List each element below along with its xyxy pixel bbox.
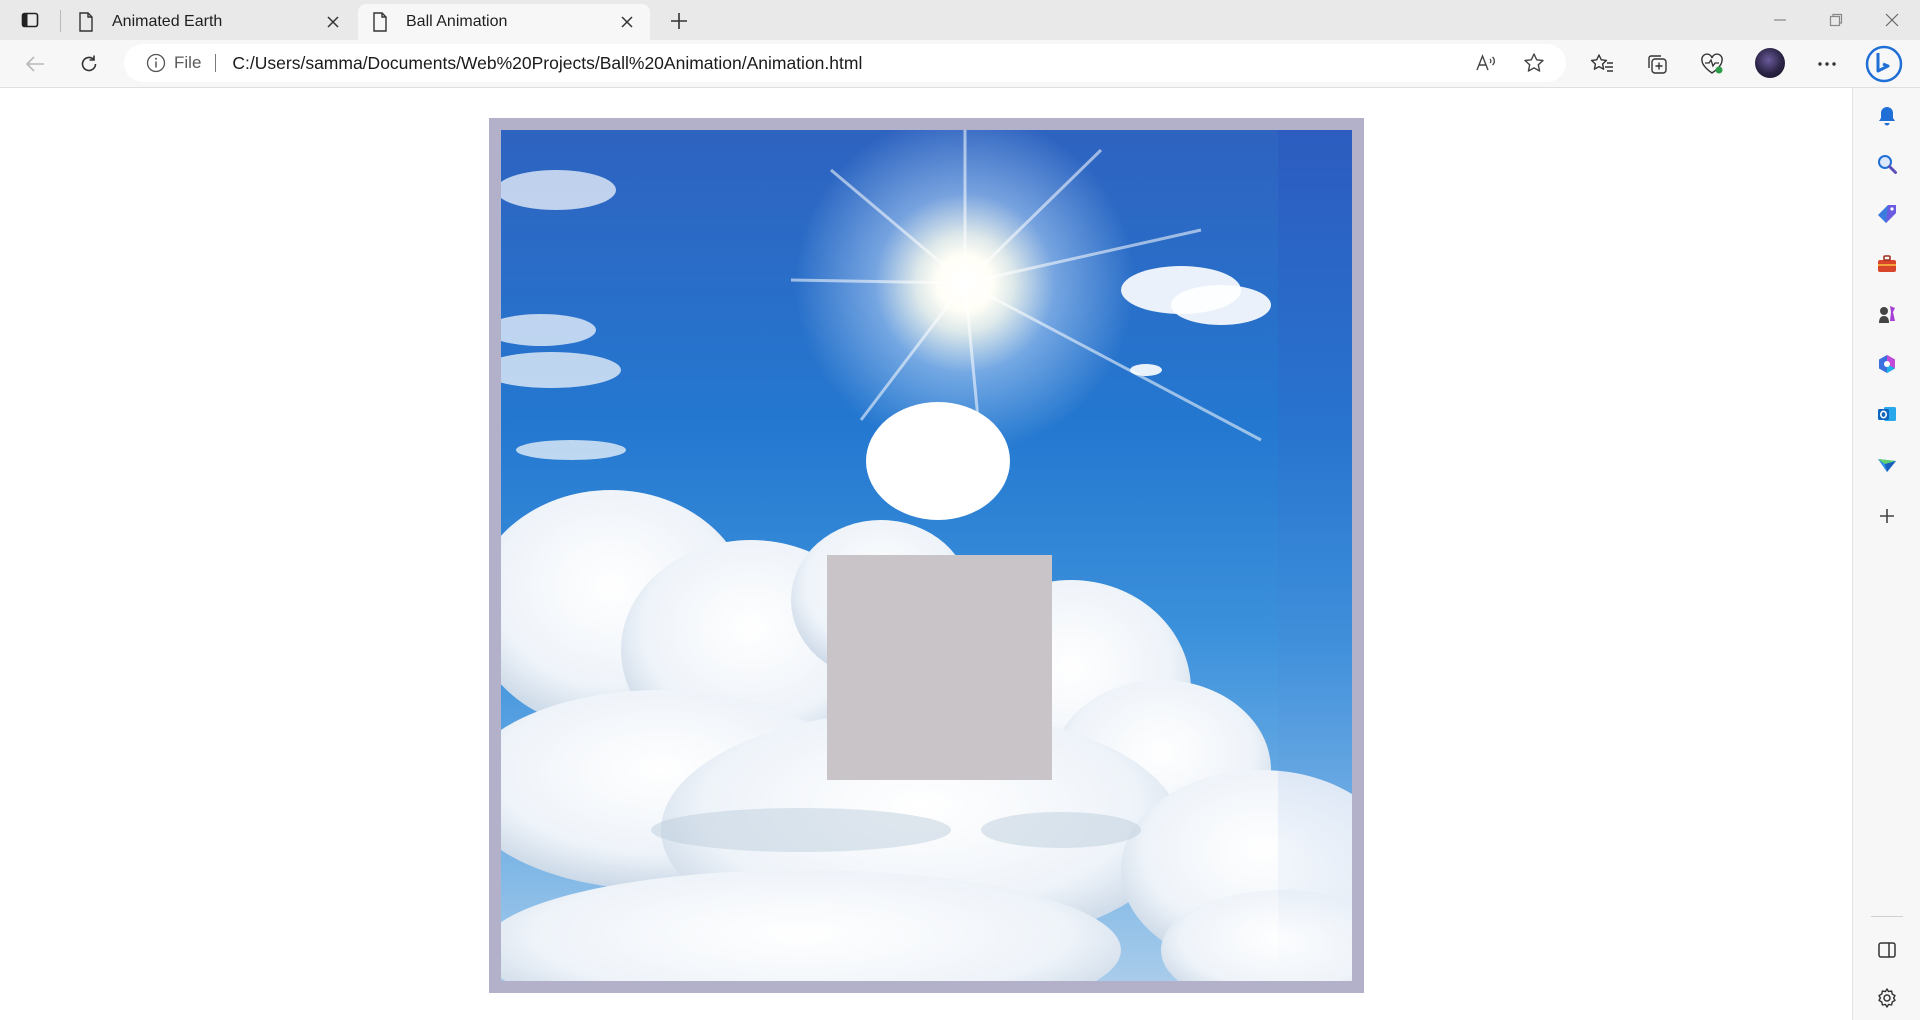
add-icon: [1880, 509, 1894, 523]
profile-avatar[interactable]: [1755, 48, 1785, 78]
browser-toolbar: File C:/Users/samma/Documents/Web%20Proj…: [0, 40, 1920, 88]
tab-strip: Animated Earth Ball Animation: [0, 0, 1920, 40]
restore-button[interactable]: [1808, 0, 1864, 40]
bing-copilot-button[interactable]: [1864, 44, 1904, 84]
add-favorite-button[interactable]: [1518, 47, 1550, 79]
read-aloud-button[interactable]: [1470, 47, 1502, 79]
tab-separator: [60, 10, 61, 32]
url-text[interactable]: C:/Users/samma/Documents/Web%20Projects/…: [232, 53, 862, 74]
search-icon: [1878, 155, 1897, 174]
plus-icon: [671, 13, 687, 29]
minimize-icon: [1774, 19, 1786, 21]
back-icon: [25, 56, 44, 72]
new-tab-button[interactable]: [664, 7, 694, 35]
settings-icon: [1878, 988, 1896, 1008]
site-scheme-label: File: [174, 53, 202, 72]
tab-label: Ball Animation: [406, 13, 508, 30]
info-icon[interactable]: [146, 53, 166, 73]
window-controls: [1752, 0, 1920, 40]
sidebar-shopping[interactable]: [1869, 196, 1905, 232]
sidebar-split-screen[interactable]: [1869, 932, 1905, 968]
split-screen-icon: [1878, 942, 1896, 958]
games-icon: [1879, 306, 1895, 323]
collections-icon: [1648, 55, 1667, 74]
tools-icon: [1878, 255, 1896, 272]
address-separator: [215, 54, 217, 72]
tab-label: Animated Earth: [112, 13, 223, 30]
sidebar-notifications[interactable]: [1869, 98, 1905, 134]
edge-sidebar: [1852, 88, 1920, 1020]
microsoft-365-icon: [1879, 355, 1895, 373]
shopping-icon: [1878, 205, 1896, 223]
tab-ball-animation[interactable]: Ball Animation: [358, 4, 650, 40]
animated-ball: [866, 402, 1010, 520]
close-tab-icon[interactable]: [322, 11, 344, 33]
sidebar-outlook[interactable]: [1869, 396, 1905, 432]
collections-button[interactable]: [1640, 48, 1674, 80]
address-bar[interactable]: File C:/Users/samma/Documents/Web%20Proj…: [124, 44, 1566, 82]
minimize-button[interactable]: [1752, 0, 1808, 40]
restore-icon: [1829, 13, 1843, 27]
sidebar-microsoft-365[interactable]: [1869, 346, 1905, 382]
drop-icon: [1878, 459, 1896, 472]
sidebar-tools[interactable]: [1869, 246, 1905, 282]
browser-essentials-icon: [1701, 53, 1723, 74]
sidebar-search[interactable]: [1869, 146, 1905, 182]
bing-copilot-icon: [1865, 45, 1903, 83]
tab-actions-button[interactable]: [10, 6, 50, 34]
tab-animated-earth[interactable]: Animated Earth: [64, 4, 356, 40]
sidebar-divider: [1871, 916, 1903, 917]
refresh-button[interactable]: [72, 48, 106, 80]
favorites-icon: [1590, 54, 1613, 72]
outlook-icon: [1878, 407, 1896, 421]
browser-essentials-button[interactable]: [1695, 48, 1729, 80]
sidebar-drop[interactable]: [1869, 446, 1905, 482]
more-icon: [1818, 62, 1836, 66]
favorites-button[interactable]: [1585, 48, 1619, 80]
page-icon: [370, 12, 390, 32]
read-aloud-icon: [1476, 54, 1495, 71]
sidebar-add[interactable]: [1869, 498, 1905, 534]
close-icon: [1885, 13, 1899, 27]
gray-box: [827, 555, 1052, 780]
page-icon: [76, 12, 96, 32]
tab-actions-icon: [21, 12, 39, 28]
refresh-icon: [81, 55, 97, 72]
close-window-button[interactable]: [1864, 0, 1920, 40]
notifications-icon: [1879, 107, 1895, 126]
more-button[interactable]: [1810, 48, 1844, 80]
back-button[interactable]: [18, 48, 52, 80]
sidebar-games[interactable]: [1869, 296, 1905, 332]
favorite-star-icon: [1524, 53, 1544, 72]
sidebar-settings[interactable]: [1869, 980, 1905, 1016]
close-tab-icon[interactable]: [616, 11, 638, 33]
background-repeat-seam: [1278, 130, 1352, 981]
